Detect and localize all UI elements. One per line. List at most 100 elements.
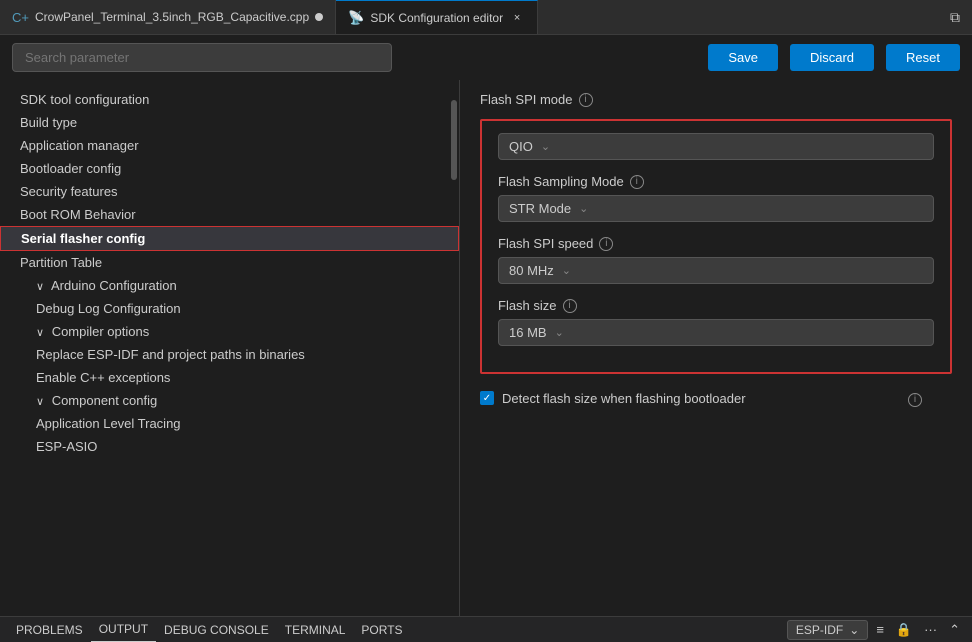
save-button[interactable]: Save: [708, 44, 778, 71]
tab-sdk[interactable]: 📡 SDK Configuration editor ×: [336, 0, 538, 34]
flash-spi-mode-section-header: Flash SPI mode i: [480, 92, 952, 107]
status-debug-console[interactable]: DEBUG CONSOLE: [156, 617, 277, 642]
split-editor-icon[interactable]: ⧉: [946, 5, 964, 30]
sdk-icon: 📡: [348, 10, 364, 26]
sidebar-item-arduino-config[interactable]: ∨ Arduino Configuration: [0, 274, 459, 297]
status-lock-icon[interactable]: 🔒: [892, 622, 916, 638]
flash-size-dropdown[interactable]: 16 MB ⌄: [498, 319, 934, 346]
component-config-arrow: ∨: [36, 395, 44, 408]
sidebar-item-compiler-options-label: Compiler options: [52, 324, 150, 339]
sidebar-item-esp-asio[interactable]: ESP-ASIO: [0, 435, 459, 458]
sidebar-item-compiler-options[interactable]: ∨ Compiler options: [0, 320, 459, 343]
flash-sampling-mode-chevron: ⌄: [579, 202, 588, 215]
tab-sdk-label: SDK Configuration editor: [370, 11, 503, 25]
sidebar-item-bootloader[interactable]: Bootloader config: [0, 157, 459, 180]
compiler-options-arrow: ∨: [36, 326, 44, 339]
detect-flash-item: Detect flash size when flashing bootload…: [480, 390, 952, 408]
sidebar-item-enable-cpp[interactable]: Enable C++ exceptions: [0, 366, 459, 389]
status-ellipsis-icon[interactable]: ···: [920, 622, 941, 637]
sidebar-scrollbar[interactable]: [451, 80, 457, 616]
sidebar-item-app-manager[interactable]: Application manager: [0, 134, 459, 157]
status-lines-icon[interactable]: ≡: [872, 622, 888, 637]
flash-spi-mode-info-icon[interactable]: i: [579, 93, 593, 107]
flash-size-value: 16 MB: [509, 325, 547, 340]
sidebar-item-app-level-tracing[interactable]: Application Level Tracing: [0, 412, 459, 435]
reset-button[interactable]: Reset: [886, 44, 960, 71]
sidebar-item-esp-asio-label: ESP-ASIO: [36, 439, 97, 454]
status-problems[interactable]: PROBLEMS: [8, 617, 91, 642]
esp-idf-label: ESP-IDF: [796, 623, 843, 637]
tab-sdk-close[interactable]: ×: [509, 10, 525, 26]
sidebar-item-enable-cpp-label: Enable C++ exceptions: [36, 370, 170, 385]
tab-cpp-dot: [315, 13, 323, 21]
discard-button[interactable]: Discard: [790, 44, 874, 71]
tab-cpp[interactable]: C+ CrowPanel_Terminal_3.5inch_RGB_Capaci…: [0, 0, 336, 34]
flash-spi-speed-label: Flash SPI speed i: [498, 236, 934, 251]
flash-sampling-mode-dropdown[interactable]: STR Mode ⌄: [498, 195, 934, 222]
flash-sampling-mode-value: STR Mode: [509, 201, 571, 216]
search-input[interactable]: [12, 43, 392, 72]
flash-size-config: Flash size i 16 MB ⌄: [498, 298, 934, 346]
detect-flash-label: Detect flash size when flashing bootload…: [502, 390, 746, 408]
sidebar-item-partition-table[interactable]: Partition Table: [0, 251, 459, 274]
status-bar: PROBLEMS OUTPUT DEBUG CONSOLE TERMINAL P…: [0, 616, 972, 642]
flash-sampling-mode-info-icon[interactable]: i: [630, 175, 644, 189]
flash-spi-mode-config: QIO ⌄: [498, 133, 934, 160]
flash-size-info-icon[interactable]: i: [563, 299, 577, 313]
flash-sampling-mode-config: Flash Sampling Mode i STR Mode ⌄: [498, 174, 934, 222]
sidebar-item-app-level-tracing-label: Application Level Tracing: [36, 416, 181, 431]
sidebar-item-boot-rom-label: Boot ROM Behavior: [20, 207, 136, 222]
status-terminal[interactable]: TERMINAL: [277, 617, 354, 642]
sidebar-item-boot-rom[interactable]: Boot ROM Behavior: [0, 203, 459, 226]
sidebar-item-serial-flasher-label: Serial flasher config: [21, 231, 145, 246]
sidebar-item-component-config-label: Component config: [52, 393, 158, 408]
right-panel: Flash SPI mode i QIO ⌄ Flash Sampling Mo…: [460, 80, 972, 616]
sidebar-item-bootloader-label: Bootloader config: [20, 161, 121, 176]
esp-idf-chevron: ⌄: [849, 623, 859, 637]
tab-bar: C+ CrowPanel_Terminal_3.5inch_RGB_Capaci…: [0, 0, 972, 35]
main-content: Save Discard Reset SDK tool configuratio…: [0, 35, 972, 616]
status-ports[interactable]: PORTS: [353, 617, 410, 642]
status-esp-idf-dropdown[interactable]: ESP-IDF ⌄: [787, 620, 868, 640]
flash-size-label: Flash size i: [498, 298, 934, 313]
toolbar: Save Discard Reset: [0, 35, 972, 80]
sidebar-item-app-manager-label: Application manager: [20, 138, 139, 153]
status-chevron-up-icon[interactable]: ⌃: [945, 622, 964, 638]
sidebar-item-replace-esp-label: Replace ESP-IDF and project paths in bin…: [36, 347, 305, 362]
sidebar-item-component-config[interactable]: ∨ Component config: [0, 389, 459, 412]
flash-spi-speed-dropdown[interactable]: 80 MHz ⌄: [498, 257, 934, 284]
flash-spi-speed-chevron: ⌄: [562, 264, 571, 277]
sidebar-item-debug-log-label: Debug Log Configuration: [36, 301, 181, 316]
sidebar-item-sdk-tool[interactable]: SDK tool configuration: [0, 88, 459, 111]
detect-flash-info: i: [908, 390, 922, 407]
sidebar-item-security[interactable]: Security features: [0, 180, 459, 203]
sidebar-item-arduino-config-label: Arduino Configuration: [51, 278, 177, 293]
flash-spi-mode-header-label: Flash SPI mode: [480, 92, 573, 107]
sidebar-item-sdk-tool-label: SDK tool configuration: [20, 92, 149, 107]
flash-spi-mode-chevron: ⌄: [541, 140, 550, 153]
body-layout: SDK tool configuration Build type Applic…: [0, 80, 972, 616]
sidebar-item-build-type[interactable]: Build type: [0, 111, 459, 134]
sidebar-item-debug-log[interactable]: Debug Log Configuration: [0, 297, 459, 320]
status-output[interactable]: OUTPUT: [91, 617, 156, 642]
status-action-icons: ≡ 🔒 ··· ⌃: [872, 622, 964, 638]
sidebar-item-security-label: Security features: [20, 184, 118, 199]
sidebar-item-replace-esp[interactable]: Replace ESP-IDF and project paths in bin…: [0, 343, 459, 366]
flash-spi-speed-info-icon[interactable]: i: [599, 237, 613, 251]
detect-flash-info-icon[interactable]: i: [908, 393, 922, 407]
sidebar-item-serial-flasher[interactable]: Serial flasher config: [0, 226, 459, 251]
sidebar: SDK tool configuration Build type Applic…: [0, 80, 460, 616]
sidebar-item-partition-table-label: Partition Table: [20, 255, 102, 270]
detect-flash-checkbox[interactable]: [480, 391, 494, 405]
flash-spi-mode-dropdown[interactable]: QIO ⌄: [498, 133, 934, 160]
sidebar-scrollbar-thumb: [451, 100, 457, 180]
tab-cpp-label: CrowPanel_Terminal_3.5inch_RGB_Capacitiv…: [35, 10, 309, 24]
cpp-icon: C+: [12, 10, 29, 25]
arduino-config-arrow: ∨: [36, 280, 44, 293]
flash-spi-speed-value: 80 MHz: [509, 263, 554, 278]
flash-size-chevron: ⌄: [555, 326, 564, 339]
flash-sampling-mode-label: Flash Sampling Mode i: [498, 174, 934, 189]
flash-spi-mode-value: QIO: [509, 139, 533, 154]
sidebar-item-build-type-label: Build type: [20, 115, 77, 130]
flash-spi-speed-config: Flash SPI speed i 80 MHz ⌄: [498, 236, 934, 284]
